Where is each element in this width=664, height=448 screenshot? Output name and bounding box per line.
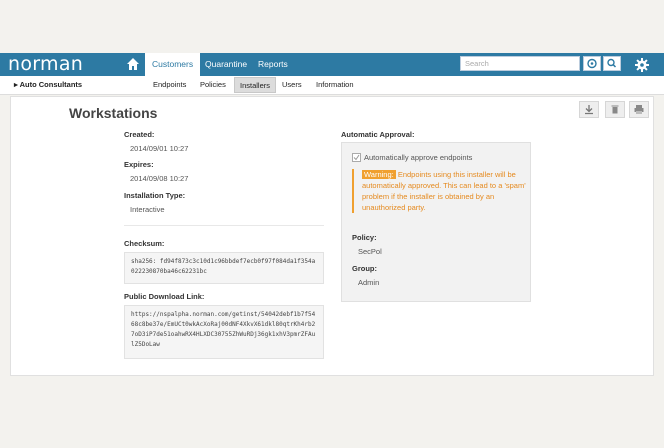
tab-customers[interactable]: Customers [145,53,201,76]
divider [124,225,324,226]
approve-checkbox[interactable] [352,153,361,162]
subtab-policies[interactable]: Policies [195,77,231,93]
warning-message: Warning: Endpoints using this installer … [352,169,532,213]
download-link-value[interactable]: https://nspalpha.norman.com/getinst/5404… [124,305,324,359]
expires-label: Expires: [124,160,154,169]
group-value: Admin [358,278,380,287]
search-icon [607,58,617,68]
check-icon [353,154,360,161]
download-button[interactable] [579,101,599,118]
approval-panel: Automatically approve endpoints Warning:… [341,142,531,302]
target-button[interactable] [583,56,601,71]
tab-reports[interactable]: Reports [251,53,295,76]
print-button[interactable] [629,101,649,118]
top-nav-bar: norman Customers Quarantine Reports Sear… [0,53,664,76]
app-logo: norman [8,53,84,75]
policy-label: Policy: [352,233,377,242]
checksum-value: sha256: fd94f873c3c10d1c96bbdef7ecb0f97f… [124,252,324,284]
breadcrumb[interactable]: ▸ Auto Consultants [14,80,82,89]
trash-icon [611,105,619,114]
download-icon [585,105,593,115]
delete-button[interactable] [605,101,625,118]
warning-tag: Warning: [362,170,396,179]
breadcrumb-label: Auto Consultants [19,80,83,89]
download-link-label: Public Download Link: [124,292,205,301]
home-icon[interactable] [126,57,140,71]
policy-value: SecPol [358,247,382,256]
approve-checkbox-label: Automatically approve endpoints [364,153,473,162]
search-input[interactable]: Search [460,56,580,71]
group-label: Group: [352,264,377,273]
installation-type-value: Interactive [130,205,165,214]
installer-card: Workstations Created: 2014/09/01 10:27 E… [10,96,654,376]
subtab-information[interactable]: Information [311,77,359,93]
subtab-installers[interactable]: Installers [234,77,277,93]
checksum-label: Checksum: [124,239,165,248]
created-value: 2014/09/01 10:27 [130,144,189,153]
expires-value: 2014/09/08 10:27 [130,174,189,183]
installation-type-label: Installation Type: [124,191,186,200]
search-button[interactable] [603,56,621,71]
sub-nav-bar: ▸ Auto Consultants Endpoints Policies In… [0,76,664,95]
gear-icon[interactable] [634,57,650,73]
page-title: Workstations [69,105,158,121]
created-label: Created: [124,130,155,139]
tab-quarantine[interactable]: Quarantine [198,53,254,76]
print-icon [634,105,644,114]
target-icon [587,58,597,69]
automatic-approval-label: Automatic Approval: [341,130,415,139]
subtab-endpoints[interactable]: Endpoints [148,77,191,93]
subtab-users[interactable]: Users [277,77,307,93]
